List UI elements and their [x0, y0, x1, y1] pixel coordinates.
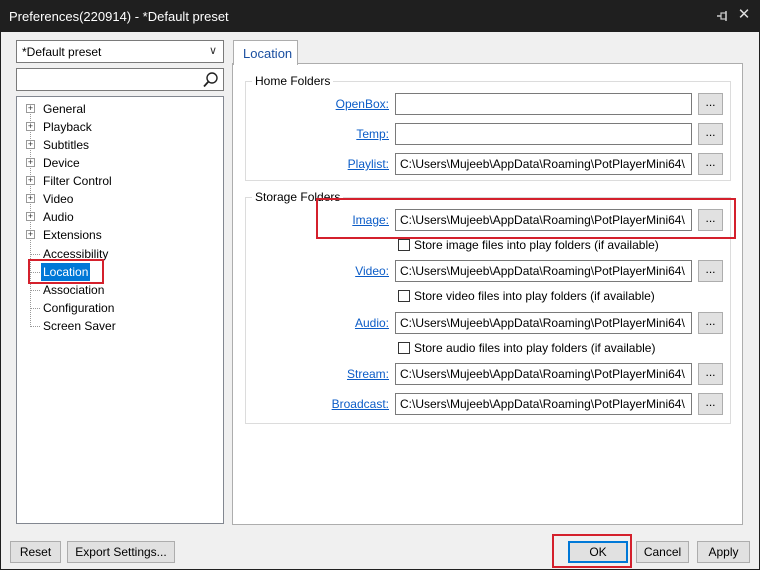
temp-browse-button[interactable]: ...	[698, 123, 723, 145]
cancel-button[interactable]: Cancel	[636, 541, 689, 563]
expand-icon[interactable]: +	[26, 212, 35, 221]
checkbox-label: Store audio files into play folders (if …	[414, 341, 656, 355]
audio-browse-button[interactable]: ...	[698, 312, 723, 334]
apply-button[interactable]: Apply	[697, 541, 750, 563]
tree-item-label: Configuration	[43, 301, 115, 315]
group-title: Home Folders	[252, 74, 334, 88]
audio-store-checkbox-row[interactable]: Store audio files into play folders (if …	[398, 340, 698, 356]
tree-item-device[interactable]: + Device	[17, 154, 217, 172]
video-label[interactable]: Video:	[309, 264, 389, 278]
tree-item-audio[interactable]: + Audio	[17, 208, 217, 226]
expand-icon[interactable]: +	[26, 230, 35, 239]
stream-browse-button[interactable]: ...	[698, 363, 723, 385]
location-panel: Home Folders OpenBox: ... Temp: ... Play…	[232, 63, 743, 525]
playlist-label[interactable]: Playlist:	[309, 157, 389, 171]
expand-icon[interactable]: +	[26, 176, 35, 185]
video-path-field[interactable]: C:\Users\Mujeeb\AppData\Roaming\PotPlaye…	[395, 260, 692, 282]
export-label: Export Settings...	[75, 545, 167, 559]
tree-item-filter-control[interactable]: + Filter Control	[17, 172, 217, 190]
close-icon[interactable]: ✕	[737, 7, 751, 23]
stream-path-field[interactable]: C:\Users\Mujeeb\AppData\Roaming\PotPlaye…	[395, 363, 692, 385]
tree-item-label: General	[43, 102, 86, 116]
tree-item-label: Device	[43, 156, 80, 170]
expand-icon[interactable]: +	[26, 122, 35, 131]
pin-icon[interactable]	[715, 9, 729, 23]
image-store-checkbox-row[interactable]: Store image files into play folders (if …	[398, 237, 698, 253]
tree-item-extensions[interactable]: + Extensions	[17, 226, 217, 244]
title-bar: Preferences(220914) - *Default preset ✕	[0, 0, 760, 32]
export-settings-button[interactable]: Export Settings...	[67, 541, 175, 563]
tree-item-video[interactable]: + Video	[17, 190, 217, 208]
tab-location[interactable]: Location	[233, 40, 298, 65]
highlight-ok	[552, 534, 632, 568]
tree-item-label: Video	[43, 192, 74, 206]
search-icon[interactable]	[202, 71, 220, 89]
broadcast-label[interactable]: Broadcast:	[309, 397, 389, 411]
checkbox-label: Store image files into play folders (if …	[414, 238, 659, 252]
highlight-image-row	[316, 198, 736, 239]
playlist-browse-button[interactable]: ...	[698, 153, 723, 175]
openbox-browse-button[interactable]: ...	[698, 93, 723, 115]
stream-label[interactable]: Stream:	[309, 367, 389, 381]
tree-item-configuration[interactable]: Configuration	[17, 299, 217, 317]
image-store-checkbox[interactable]	[398, 239, 410, 251]
broadcast-path-field[interactable]: C:\Users\Mujeeb\AppData\Roaming\PotPlaye…	[395, 393, 692, 415]
video-store-checkbox-row[interactable]: Store video files into play folders (if …	[398, 288, 698, 304]
tree-connector	[30, 254, 40, 255]
tree-item-playback[interactable]: + Playback	[17, 118, 217, 136]
audio-path-field[interactable]: C:\Users\Mujeeb\AppData\Roaming\PotPlaye…	[395, 312, 692, 334]
tree-connector	[30, 326, 40, 327]
tree-item-label: Audio	[43, 210, 74, 224]
audio-label[interactable]: Audio:	[309, 316, 389, 330]
highlight-location	[28, 259, 104, 284]
expand-icon[interactable]: +	[26, 158, 35, 167]
video-browse-button[interactable]: ...	[698, 260, 723, 282]
tab-label: Location	[243, 46, 293, 61]
apply-label: Apply	[708, 545, 739, 559]
expand-icon[interactable]: +	[26, 194, 35, 203]
tree-item-subtitles[interactable]: + Subtitles	[17, 136, 217, 154]
reset-label: Reset	[19, 545, 52, 559]
tree-item-label: Filter Control	[43, 174, 112, 188]
window-title: Preferences(220914) - *Default preset	[9, 9, 229, 24]
preset-dropdown[interactable]: *Default preset ∨	[16, 40, 224, 63]
broadcast-browse-button[interactable]: ...	[698, 393, 723, 415]
chevron-down-icon: ∨	[208, 45, 217, 57]
tree-connector	[30, 308, 40, 309]
reset-button[interactable]: Reset	[10, 541, 61, 563]
tree-item-label: Playback	[43, 120, 92, 134]
tree-item-general[interactable]: + General	[17, 100, 217, 118]
temp-path-field[interactable]	[395, 123, 692, 145]
search-input[interactable]	[16, 68, 224, 91]
expand-icon[interactable]: +	[26, 104, 35, 113]
openbox-path-field[interactable]	[395, 93, 692, 115]
tree-item-label: Subtitles	[43, 138, 90, 152]
openbox-label[interactable]: OpenBox:	[309, 97, 389, 111]
settings-tree: + General + Playback + Subtitles + Devic…	[16, 96, 224, 524]
cancel-label: Cancel	[643, 545, 682, 559]
tree-item-screen-saver[interactable]: Screen Saver	[17, 317, 217, 335]
temp-label[interactable]: Temp:	[309, 127, 389, 141]
tree-connector	[30, 290, 40, 291]
audio-store-checkbox[interactable]	[398, 342, 410, 354]
playlist-path-field[interactable]: C:\Users\Mujeeb\AppData\Roaming\PotPlaye…	[395, 153, 692, 175]
checkbox-label: Store video files into play folders (if …	[414, 289, 655, 303]
expand-icon[interactable]: +	[26, 140, 35, 149]
video-store-checkbox[interactable]	[398, 290, 410, 302]
tree-item-label: Extensions	[43, 228, 102, 242]
tree-item-label: Screen Saver	[43, 319, 116, 333]
preset-value: *Default preset	[22, 45, 102, 59]
